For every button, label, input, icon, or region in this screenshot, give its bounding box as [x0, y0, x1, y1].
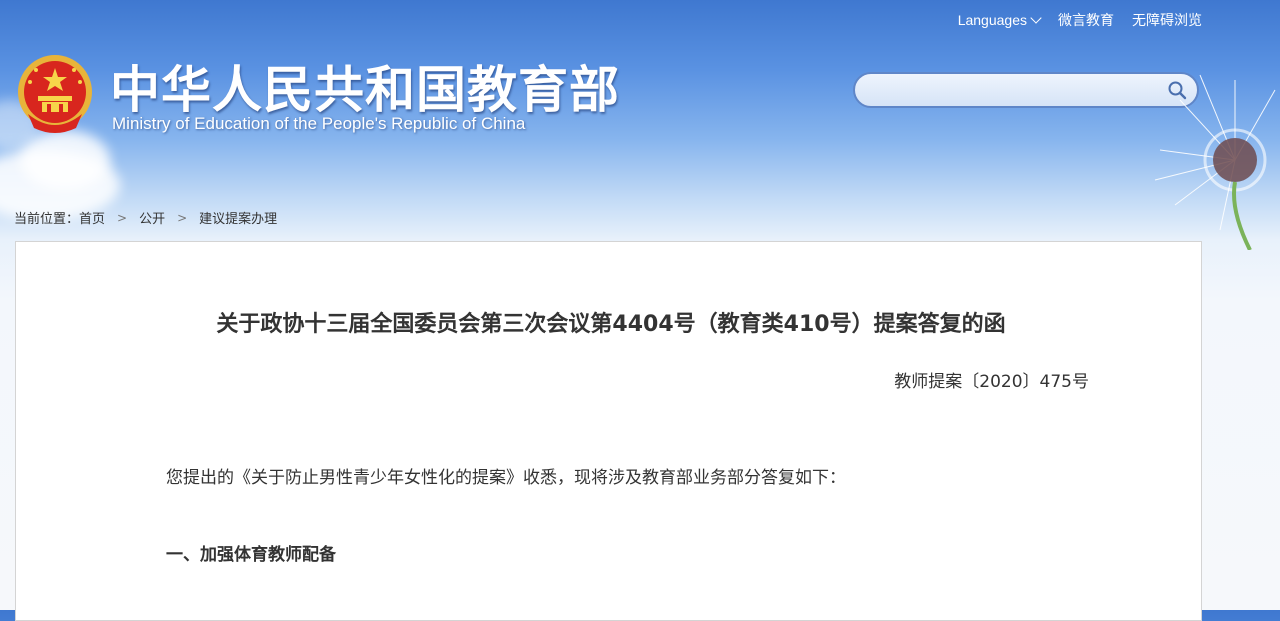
national-emblem-icon: [18, 55, 92, 133]
chevron-down-icon: [1030, 11, 1042, 24]
article-intro: 您提出的《关于防止男性青少年女性化的提案》收悉，现将涉及教育部业务部分答复如下：: [166, 468, 846, 488]
breadcrumb-separator: >: [177, 210, 188, 225]
article-panel: 关于政协十三届全国委员会第三次会议第4404号（教育类410号）提案答复的函 教…: [15, 241, 1202, 621]
document-number: 教师提案〔2020〕475号: [894, 372, 1089, 392]
site-title-en[interactable]: Ministry of Education of the People's Re…: [112, 114, 525, 134]
dandelion-decoration: [1154, 74, 1276, 250]
top-links: Languages 微言教育 无障碍浏览: [958, 10, 1202, 30]
breadcrumb-proposals[interactable]: 建议提案办理: [199, 208, 277, 227]
accessibility-link[interactable]: 无障碍浏览: [1132, 10, 1202, 30]
breadcrumb-prefix: 当前位置：: [14, 212, 80, 227]
article-title: 关于政协十三届全国委员会第三次会议第4404号（教育类410号）提案答复的函: [216, 312, 1006, 337]
breadcrumb-home[interactable]: 首页: [79, 208, 105, 227]
section-heading: 一、加强体育教师配备: [166, 545, 336, 565]
breadcrumb: 当前位置： 首页 > 公开 > 建议提案办理: [14, 208, 277, 228]
languages-menu[interactable]: Languages: [957, 11, 1042, 28]
breadcrumb-open[interactable]: 公开: [139, 208, 165, 227]
languages-label: Languages: [957, 12, 1027, 28]
breadcrumb-separator: >: [117, 210, 128, 225]
search-input[interactable]: [855, 74, 1183, 106]
weiyan-link[interactable]: 微言教育: [1058, 10, 1114, 30]
site-title-cn[interactable]: 中华人民共和国教育部: [110, 50, 620, 122]
